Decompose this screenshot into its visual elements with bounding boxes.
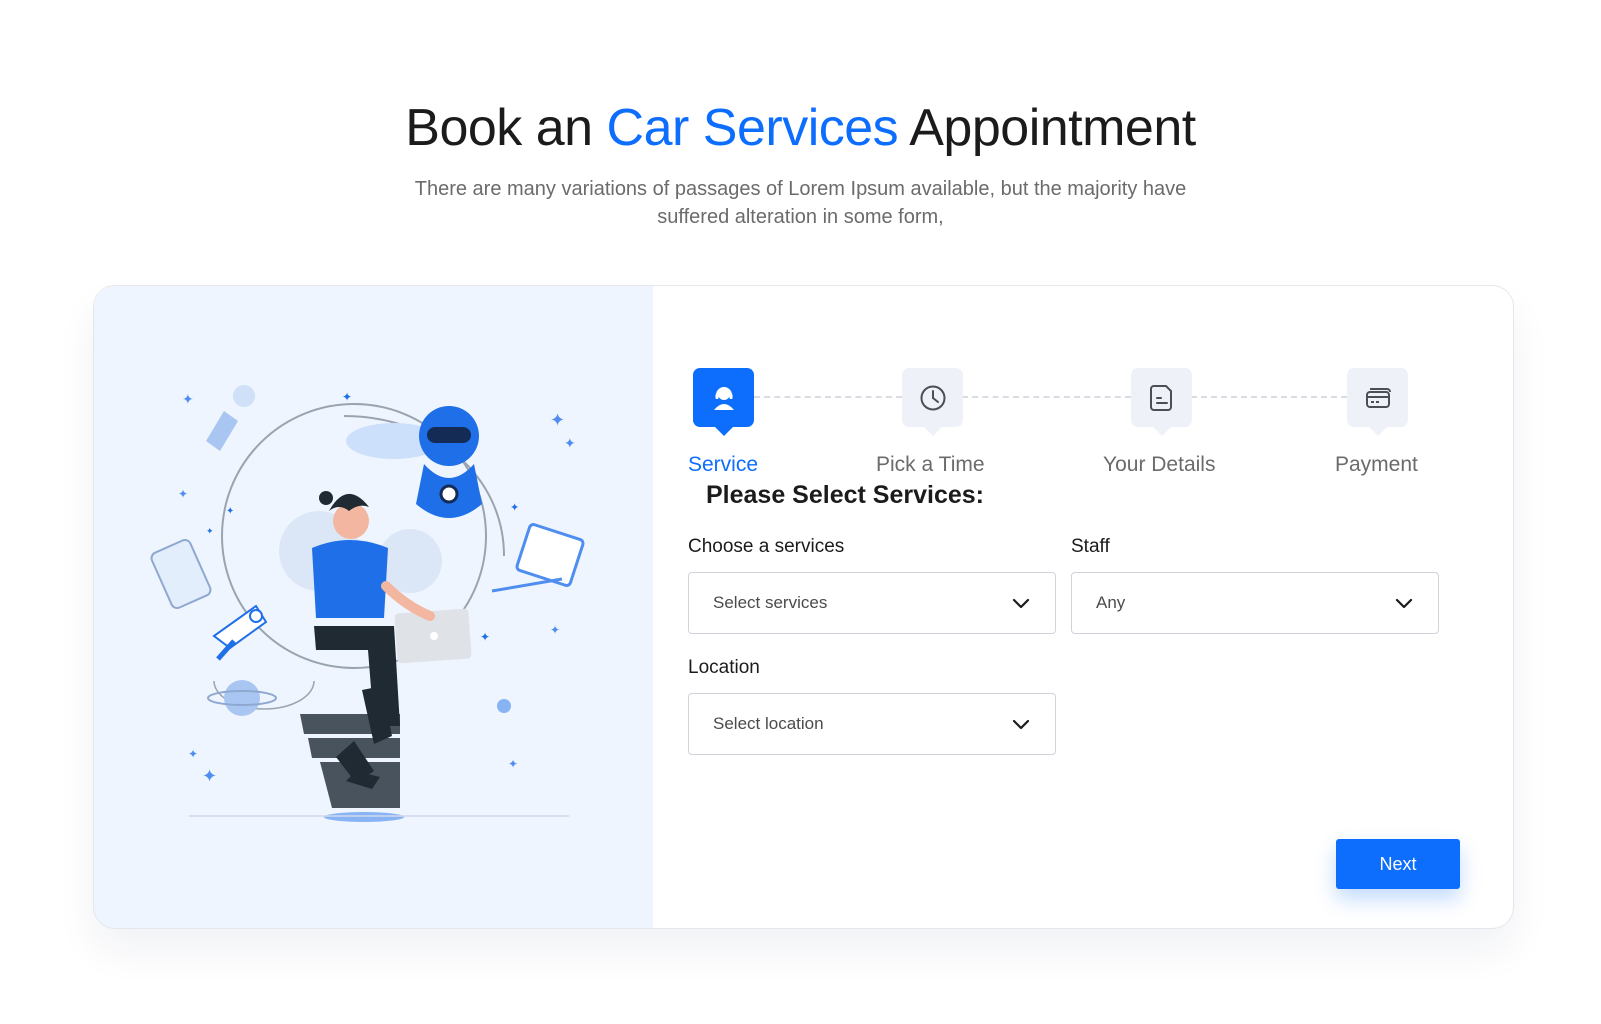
- svg-text:✦: ✦: [188, 747, 198, 761]
- step-connector: [754, 396, 902, 398]
- credit-card-icon: [1365, 387, 1391, 408]
- location-label: Location: [688, 657, 760, 678]
- step-pick-a-time[interactable]: [902, 368, 963, 427]
- title-text-accent: Car Services: [606, 99, 899, 157]
- staff-select-value: Any: [1096, 593, 1126, 612]
- document-icon: [1149, 384, 1172, 411]
- step-label-payment[interactable]: Payment: [1335, 453, 1418, 477]
- clock-icon: [920, 385, 945, 410]
- location-select-placeholder: Select location: [713, 714, 824, 733]
- svg-text:✦: ✦: [202, 766, 217, 786]
- chevron-down-icon: [1011, 714, 1031, 734]
- svg-text:✦: ✦: [226, 506, 234, 517]
- chevron-down-icon: [1394, 593, 1414, 613]
- title-text-start: Book an: [405, 99, 593, 157]
- svg-text:✦: ✦: [508, 757, 518, 771]
- form-section-title: Please Select Services:: [706, 481, 984, 509]
- step-label-pick-a-time[interactable]: Pick a Time: [876, 453, 985, 477]
- service-select[interactable]: Select services: [688, 572, 1056, 634]
- svg-text:✦: ✦: [480, 630, 490, 644]
- hero-section: Book an Car Services Appointment There a…: [0, 99, 1601, 231]
- step-your-details[interactable]: [1131, 368, 1192, 427]
- svg-text:✦: ✦: [510, 502, 519, 514]
- booking-card: ✦ ✦ ✦ ✦ ✦ ✦ ✦ ✦ ✦ ✦ ✦ ✦ ✦ Service Pick a…: [93, 285, 1514, 929]
- service-label: Choose a services: [688, 536, 845, 557]
- page-title: Book an Car Services Appointment: [0, 99, 1601, 157]
- step-connector: [1191, 396, 1347, 398]
- step-payment[interactable]: [1347, 368, 1408, 427]
- page-subtitle: There are many variations of passages of…: [414, 178, 1187, 229]
- booking-steps: Service Pick a Time Your Details Payment: [94, 326, 1513, 476]
- step-label-your-details[interactable]: Your Details: [1103, 453, 1215, 477]
- step-service[interactable]: [693, 368, 754, 427]
- svg-text:✦: ✦: [178, 487, 188, 501]
- chevron-down-icon: [1011, 593, 1031, 613]
- title-text-end: Appointment: [909, 99, 1196, 157]
- next-button[interactable]: Next: [1336, 839, 1460, 889]
- svg-text:✦: ✦: [550, 623, 560, 637]
- user-headset-icon: [713, 386, 734, 410]
- step-connector: [962, 396, 1131, 398]
- staff-label: Staff: [1071, 536, 1110, 557]
- location-select[interactable]: Select location: [688, 693, 1056, 755]
- step-label-service[interactable]: Service: [688, 453, 758, 477]
- svg-text:✦: ✦: [206, 526, 214, 536]
- staff-select[interactable]: Any: [1071, 572, 1439, 634]
- service-select-placeholder: Select services: [713, 593, 828, 612]
